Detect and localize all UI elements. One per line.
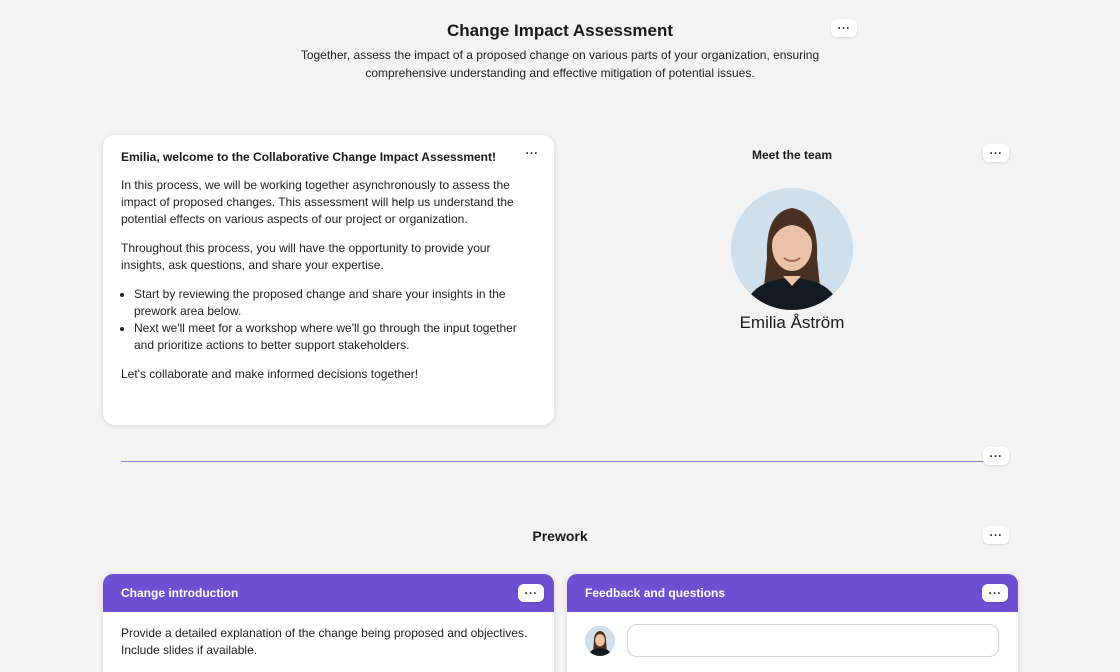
- team-more-button[interactable]: ...: [983, 144, 1009, 162]
- divider-more-button[interactable]: ...: [983, 447, 1009, 465]
- feedback-input[interactable]: [627, 624, 999, 657]
- user-avatar: [585, 625, 615, 656]
- more-horizontal-icon: ...: [988, 583, 1002, 597]
- team-title: Meet the team: [751, 148, 833, 162]
- section-divider: [121, 461, 985, 462]
- panel-header: Feedback and questions ...: [567, 574, 1018, 612]
- welcome-bullet: Next we'll meet for a workshop where we'…: [134, 320, 536, 354]
- welcome-more-button[interactable]: ...: [519, 144, 545, 162]
- page-title: Change Impact Assessment: [446, 21, 674, 40]
- person-avatar-icon: [731, 188, 853, 310]
- feedback-questions-panel: Feedback and questions ...: [567, 574, 1018, 672]
- change-introduction-panel: Change introduction ... Provide a detail…: [103, 574, 554, 672]
- welcome-closing: Let's collaborate and make informed deci…: [121, 367, 419, 381]
- team-member-avatar: [731, 188, 853, 310]
- more-horizontal-icon: ...: [989, 525, 1003, 539]
- panel-title: Change introduction: [121, 586, 239, 600]
- welcome-heading: Emilia, welcome to the Collaborative Cha…: [121, 150, 496, 164]
- prework-title: Prework: [532, 528, 588, 544]
- more-horizontal-icon: ...: [989, 446, 1003, 460]
- welcome-paragraph: In this process, we will be working toge…: [121, 178, 514, 226]
- prework-more-button[interactable]: ...: [983, 526, 1009, 544]
- more-horizontal-icon: ...: [524, 583, 538, 597]
- feedback-row: [567, 612, 1018, 669]
- more-horizontal-icon: ...: [525, 143, 539, 157]
- page-subtitle: Together, assess the impact of a propose…: [300, 48, 820, 80]
- panel-header: Change introduction ...: [103, 574, 554, 612]
- welcome-bullet-list: Start by reviewing the proposed change a…: [134, 286, 536, 354]
- panel-body: Provide a detailed explanation of the ch…: [121, 626, 528, 657]
- panel-more-button[interactable]: ...: [518, 584, 544, 602]
- header-more-button[interactable]: ...: [831, 19, 857, 37]
- panel-more-button[interactable]: ...: [982, 584, 1008, 602]
- welcome-card: Emilia, welcome to the Collaborative Cha…: [103, 135, 554, 425]
- more-horizontal-icon: ...: [837, 18, 851, 32]
- more-horizontal-icon: ...: [989, 143, 1003, 157]
- team-member-name: Emilia Åström: [739, 313, 845, 332]
- welcome-paragraph: Throughout this process, you will have t…: [121, 241, 491, 272]
- panel-title: Feedback and questions: [585, 586, 726, 600]
- person-avatar-icon: [585, 625, 615, 656]
- welcome-bullet: Start by reviewing the proposed change a…: [134, 286, 536, 320]
